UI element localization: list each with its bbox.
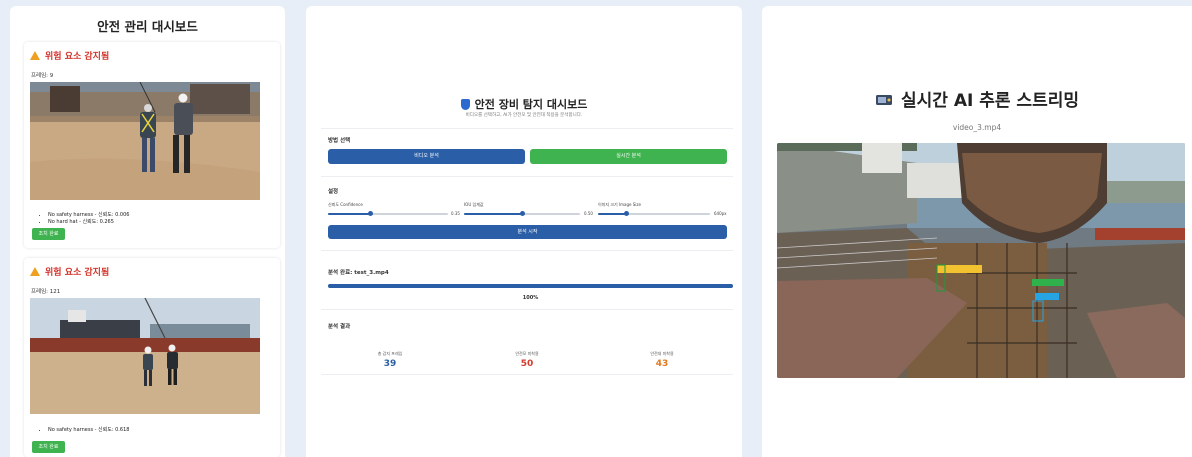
stat-total-frames: 총 감지 프레임 39 <box>330 351 450 369</box>
image-size-slider[interactable] <box>598 211 710 216</box>
stat-value: 39 <box>383 359 397 369</box>
realtime-streaming-panel: 실시간 AI 추론 스트리밍 video_3.mp4 <box>762 6 1192 457</box>
iou-slider[interactable] <box>464 211 580 216</box>
warning-triangle-icon <box>30 51 40 60</box>
warning-triangle-icon <box>30 267 40 276</box>
progress-bar <box>328 284 733 288</box>
iou-value: 0.50 <box>584 211 593 216</box>
streaming-header: 실시간 AI 추론 스트리밍 <box>762 86 1192 111</box>
video-camera-icon <box>875 92 893 106</box>
alert-snapshot-image <box>30 298 260 414</box>
alert-snapshot-image <box>30 82 260 200</box>
confidence-slider-label: 신뢰도 Confidence <box>328 202 363 207</box>
image-size-value: 640px <box>714 211 727 216</box>
page-title: 실시간 AI 추론 스트리밍 <box>901 91 1079 111</box>
video-stream[interactable] <box>777 143 1185 378</box>
iou-slider-label: IOU 임계값 <box>464 202 484 207</box>
page-title: 안전 장비 탐지 대시보드 <box>474 98 588 111</box>
alert-card: 위험 요소 감지됨 프레임: 121 • No safety harness -… <box>24 258 280 457</box>
confidence-value: 0.35 <box>451 211 460 216</box>
resolve-button[interactable]: 조치 완료 <box>32 228 65 240</box>
progress-label: 분석 완료: test_3.mp4 <box>328 270 389 276</box>
alert-title: 위험 요소 감지됨 <box>45 52 110 62</box>
alert-frame: 프레임: 9 <box>31 73 54 79</box>
violation-item: No safety harness - 신뢰도: 0.618 <box>48 427 129 434</box>
video-analysis-button[interactable]: 비디오 분석 <box>328 149 525 164</box>
divider <box>321 128 733 129</box>
divider <box>321 374 733 375</box>
violation-item: No hard hat - 신뢰도: 0.265 <box>48 219 129 226</box>
start-analysis-button[interactable]: 분석 시작 <box>328 225 727 239</box>
stat-label: 안전모 미착용 <box>515 351 539 356</box>
divider <box>321 250 733 251</box>
stat-label: 안전대 미착용 <box>650 351 674 356</box>
violation-item: No safety harness - 신뢰도: 0.006 <box>48 212 129 219</box>
safety-management-panel: 안전 관리 대시보드 위험 요소 감지됨 프레임: 9 • No safety … <box>10 6 285 457</box>
divider <box>321 309 733 310</box>
dashboard-header: 안전 장비 탐지 대시보드 <box>306 96 742 112</box>
progress-fill <box>328 284 733 288</box>
results-section-label: 분석 결과 <box>328 324 351 330</box>
stat-value: 43 <box>655 359 669 369</box>
slider-fill <box>328 213 370 215</box>
divider <box>321 176 733 177</box>
detection-dashboard-panel: 안전 장비 탐지 대시보드 비디오를 선택하고, AI가 안전모 및 안전대 착… <box>306 6 742 457</box>
alert-title: 위험 요소 감지됨 <box>45 268 110 278</box>
violation-list: No safety harness - 신뢰도: 0.006 No hard h… <box>38 212 129 225</box>
alert-header: 위험 요소 감지됨 <box>30 265 109 278</box>
alert-header: 위험 요소 감지됨 <box>30 49 109 62</box>
slider-handle[interactable] <box>623 211 629 216</box>
slider-handle[interactable] <box>367 211 373 216</box>
shield-icon <box>460 98 470 110</box>
alert-card: 위험 요소 감지됨 프레임: 9 • No safety harness - 신… <box>24 42 280 248</box>
panel-title: 안전 관리 대시보드 <box>97 19 198 34</box>
settings-section-label: 설정 <box>328 189 339 195</box>
stat-label: 총 감지 프레임 <box>377 351 403 356</box>
slider-fill <box>598 213 626 215</box>
stat-no-harness: 안전대 미착용 43 <box>602 351 722 369</box>
stat-no-hardhat: 안전모 미착용 50 <box>467 351 587 369</box>
video-filename: video_3.mp4 <box>952 123 1002 132</box>
stat-value: 50 <box>520 359 534 369</box>
slider-handle[interactable] <box>519 211 525 216</box>
slider-fill <box>464 213 522 215</box>
image-size-slider-label: 이미지 크기 Image Size <box>598 202 641 207</box>
progress-percent: 100% <box>522 295 539 301</box>
resolve-button[interactable]: 조치 완료 <box>32 441 65 453</box>
violation-list: No safety harness - 신뢰도: 0.618 <box>38 427 129 434</box>
confidence-slider[interactable] <box>328 211 448 216</box>
page-subtitle: 비디오를 선택하고, AI가 안전모 및 안전대 착용을 분석합니다. <box>465 113 583 118</box>
realtime-analysis-button[interactable]: 실시간 분석 <box>530 149 727 164</box>
mode-section-label: 방법 선택 <box>328 138 351 144</box>
alert-frame: 프레임: 121 <box>31 289 61 295</box>
